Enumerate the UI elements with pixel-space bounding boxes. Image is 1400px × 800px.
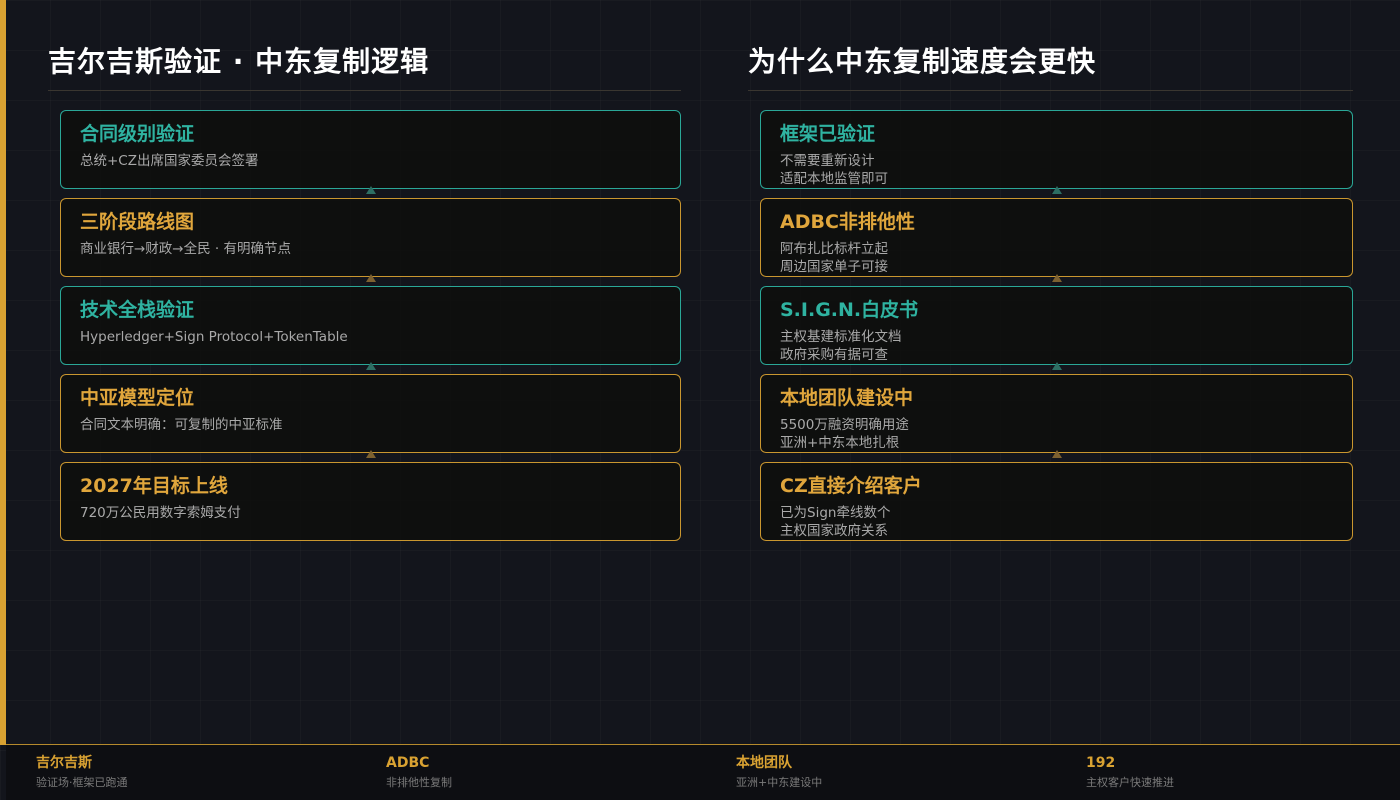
card-title: 合同级别验证 xyxy=(80,123,195,145)
card-desc: 主权基建标准化文档 政府采购有据可查 xyxy=(780,328,1333,364)
card-contract-verification: 合同级别验证 总统+CZ出席国家委员会签署 xyxy=(60,110,681,194)
card-title: 三阶段路线图 xyxy=(80,211,195,233)
card-full-stack-verification: 技术全栈验证 Hyperledger+Sign Protocol+TokenTa… xyxy=(60,286,681,370)
card-central-asia-model: 中亚模型定位 合同文本明确：可复制的中亚标准 xyxy=(60,374,681,458)
arrow-up-icon xyxy=(365,274,376,282)
card-desc: 总统+CZ出席国家委员会签署 xyxy=(80,153,259,169)
card-2027-launch-target: 2027年目标上线 720万公民用数字索姆支付 xyxy=(60,462,681,541)
stat-label: 亚洲+中东建设中 xyxy=(736,776,823,789)
stat-kyrgyzstan: 吉尔吉斯 验证场·框架已跑通 xyxy=(36,754,128,790)
card-desc-line: 主权国家政府关系 xyxy=(780,523,888,539)
card-desc-line: 已为Sign牵线数个 xyxy=(780,505,891,521)
card-local-team: 本地团队建设中 5500万融资明确用途 亚洲+中东本地扎根 xyxy=(760,374,1353,458)
card-title: 本地团队建设中 xyxy=(780,387,914,409)
right-card-stack: 框架已验证 不需要重新设计 适配本地监管即可 ADBC非排他性 阿布扎比标杆立起… xyxy=(760,110,1353,541)
left-column-title: 吉尔吉斯验证 · 中东复制逻辑 xyxy=(48,40,681,91)
stat-value: 本地团队 xyxy=(736,755,792,771)
card-desc-line: 5500万融资明确用途 xyxy=(780,417,909,433)
card-desc: 已为Sign牵线数个 主权国家政府关系 xyxy=(780,504,1333,540)
arrow-up-icon xyxy=(365,362,376,370)
stat-value: 吉尔吉斯 xyxy=(36,755,92,771)
card-title: 框架已验证 xyxy=(780,123,876,145)
card-framework-verified: 框架已验证 不需要重新设计 适配本地监管即可 xyxy=(760,110,1353,194)
card-desc: 阿布扎比标杆立起 周边国家单子可接 xyxy=(780,240,1333,276)
card-cz-introductions: CZ直接介绍客户 已为Sign牵线数个 主权国家政府关系 xyxy=(760,462,1353,541)
footer-stats-bar: 吉尔吉斯 验证场·框架已跑通 ADBC 非排他性复制 本地团队 亚洲+中东建设中… xyxy=(6,744,1400,800)
left-accent-bar xyxy=(0,0,6,745)
card-desc: 合同文本明确：可复制的中亚标准 xyxy=(80,417,283,433)
stat-local-team: 本地团队 亚洲+中东建设中 xyxy=(736,754,822,790)
card-desc-line: 不需要重新设计 xyxy=(780,153,875,169)
stat-label: 主权客户快速推进 xyxy=(1086,776,1174,789)
card-title: 中亚模型定位 xyxy=(80,387,195,409)
right-column: 为什么中东复制速度会更快 框架已验证 不需要重新设计 适配本地监管即可 ADBC… xyxy=(748,40,1353,550)
card-title: ADBC非排他性 xyxy=(780,211,915,233)
card-adbc-non-exclusive: ADBC非排他性 阿布扎比标杆立起 周边国家单子可接 xyxy=(760,198,1353,282)
card-desc: Hyperledger+Sign Protocol+TokenTable xyxy=(80,329,348,345)
stat-value: 192 xyxy=(1086,755,1116,771)
arrow-up-icon xyxy=(365,186,376,194)
card-desc: 720万公民用数字索姆支付 xyxy=(80,505,241,521)
card-title: S.I.G.N.白皮书 xyxy=(780,299,919,321)
card-desc-line: 主权基建标准化文档 xyxy=(780,329,902,345)
left-column: 吉尔吉斯验证 · 中东复制逻辑 合同级别验证 总统+CZ出席国家委员会签署 三阶… xyxy=(48,40,681,550)
card-title: CZ直接介绍客户 xyxy=(780,475,922,497)
stat-label: 验证场·框架已跑通 xyxy=(36,776,128,789)
arrow-up-icon xyxy=(1051,450,1062,458)
arrow-up-icon xyxy=(1051,186,1062,194)
arrow-up-icon xyxy=(1051,362,1062,370)
card-desc: 5500万融资明确用途 亚洲+中东本地扎根 xyxy=(780,416,1333,452)
arrow-up-icon xyxy=(365,450,376,458)
stat-value: ADBC xyxy=(386,755,430,771)
card-title: 技术全栈验证 xyxy=(80,299,195,321)
card-sign-whitepaper: S.I.G.N.白皮书 主权基建标准化文档 政府采购有据可查 xyxy=(760,286,1353,370)
stat-sovereign-clients: 192 主权客户快速推进 xyxy=(1086,754,1174,790)
left-card-stack: 合同级别验证 总统+CZ出席国家委员会签署 三阶段路线图 商业银行→财政→全民 … xyxy=(60,110,681,541)
card-three-phase-roadmap: 三阶段路线图 商业银行→财政→全民 · 有明确节点 xyxy=(60,198,681,282)
arrow-up-icon xyxy=(1051,274,1062,282)
card-desc: 商业银行→财政→全民 · 有明确节点 xyxy=(80,241,291,257)
right-column-title: 为什么中东复制速度会更快 xyxy=(748,40,1353,91)
stat-label: 非排他性复制 xyxy=(386,776,452,789)
card-desc-line: 阿布扎比标杆立起 xyxy=(780,241,888,257)
card-desc: 不需要重新设计 适配本地监管即可 xyxy=(780,152,1333,188)
card-title: 2027年目标上线 xyxy=(80,475,228,497)
stat-adbc: ADBC 非排他性复制 xyxy=(386,754,452,790)
